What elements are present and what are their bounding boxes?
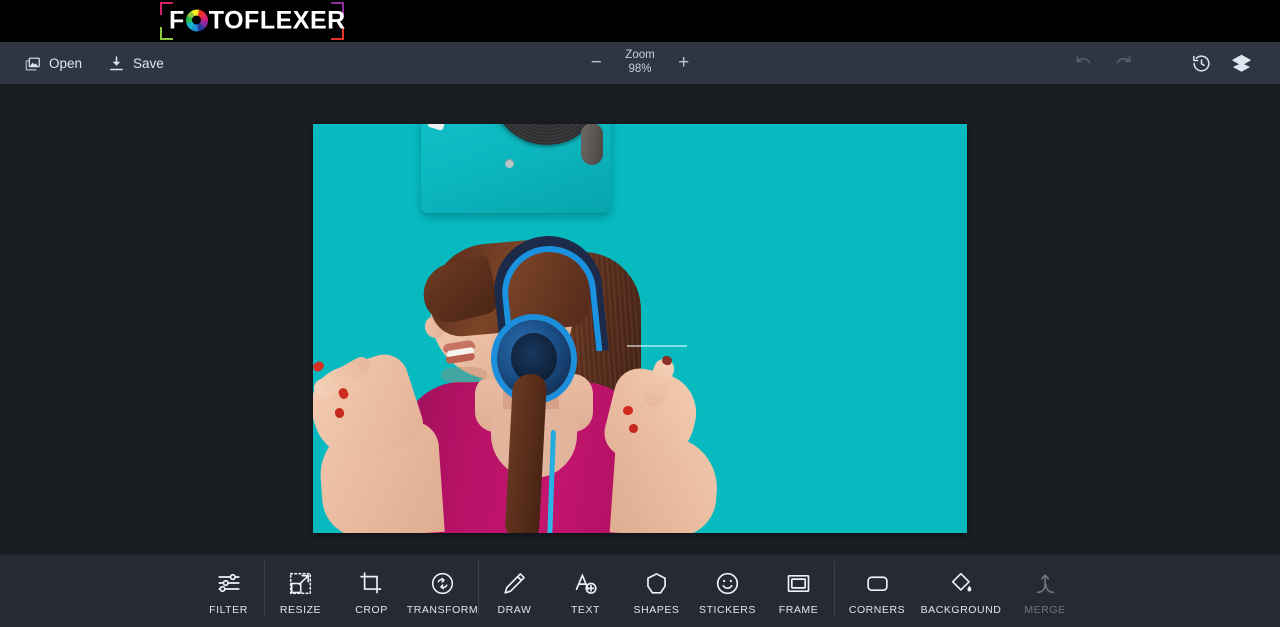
- undo-button[interactable]: [1066, 46, 1100, 80]
- image-artifact-line: [627, 345, 687, 347]
- plus-icon: +: [678, 52, 690, 73]
- open-button[interactable]: Open: [24, 42, 82, 84]
- tool-draw[interactable]: DRAW: [479, 555, 550, 616]
- tool-merge[interactable]: MERGE: [1003, 555, 1087, 616]
- tool-stickers[interactable]: STICKERS: [692, 555, 763, 616]
- chin-shadow: [441, 367, 487, 383]
- logo-text-pre: F: [169, 6, 185, 35]
- tool-merge-label: MERGE: [1024, 604, 1066, 616]
- polygon-icon: [644, 568, 669, 598]
- tool-strip: FILTER RESIZE CROP TRANSFORM DRAW TEXT S…: [0, 555, 1280, 627]
- tool-corners[interactable]: CORNERS: [835, 555, 919, 616]
- tool-transform-label: TRANSFORM: [406, 604, 479, 616]
- bottom-toolbar: FILTER RESIZE CROP TRANSFORM DRAW TEXT S…: [0, 554, 1280, 627]
- canvas-area[interactable]: [0, 84, 1280, 554]
- tool-group-creative: DRAW TEXT SHAPES STICKERS FRAME: [479, 555, 834, 616]
- tool-group-filter: FILTER: [193, 555, 264, 616]
- tool-resize-label: RESIZE: [279, 604, 322, 616]
- logo-brackets: F TOFLEXER: [160, 2, 346, 40]
- smiley-icon: [715, 568, 740, 598]
- aperture-icon: [185, 9, 208, 31]
- tool-group-surface: CORNERS BACKGROUND MERGE: [835, 555, 1087, 616]
- toolbar-right-group: [1066, 46, 1258, 80]
- zoom-out-button[interactable]: −: [581, 48, 611, 78]
- logo-text-post: TOFLEXER: [208, 6, 346, 35]
- merge-arrows-icon: [1033, 568, 1058, 598]
- tool-frame-label: FRAME: [778, 604, 819, 616]
- tool-filter-label: FILTER: [209, 604, 248, 616]
- tool-shapes[interactable]: SHAPES: [621, 555, 692, 616]
- brand-logo[interactable]: F TOFLEXER: [160, 2, 346, 40]
- rounded-rect-icon: [865, 568, 890, 598]
- tool-corners-label: CORNERS: [848, 604, 906, 616]
- history-button[interactable]: [1184, 46, 1218, 80]
- tool-transform[interactable]: TRANSFORM: [407, 555, 478, 616]
- zoom-value: 98%: [628, 63, 652, 75]
- tool-shapes-label: SHAPES: [633, 604, 680, 616]
- tool-filter[interactable]: FILTER: [193, 555, 264, 616]
- tool-resize[interactable]: RESIZE: [265, 555, 336, 616]
- tool-frame[interactable]: FRAME: [763, 555, 834, 616]
- frame-icon: [786, 568, 811, 598]
- zoom-readout[interactable]: Zoom 98%: [625, 49, 654, 76]
- edited-image-canvas[interactable]: [313, 124, 967, 533]
- tool-stickers-label: STICKERS: [699, 604, 756, 616]
- open-button-label: Open: [49, 55, 83, 71]
- paint-bucket-icon: [949, 568, 974, 598]
- tool-crop[interactable]: CROP: [336, 555, 407, 616]
- top-toolbar: Open Save − Zoom 98% +: [0, 42, 1280, 84]
- tool-group-geometry: RESIZE CROP TRANSFORM: [265, 555, 478, 616]
- redo-button[interactable]: [1106, 46, 1140, 80]
- layers-button[interactable]: [1224, 46, 1258, 80]
- crop-icon: [359, 568, 384, 598]
- text-add-icon: [573, 568, 598, 598]
- save-button-label: Save: [133, 55, 164, 71]
- zoom-label: Zoom: [625, 49, 655, 62]
- sliders-icon: [216, 568, 242, 598]
- resize-icon: [288, 568, 313, 598]
- minus-icon: −: [590, 52, 602, 73]
- fotoflexer-app: F TOFLEXER Open Save − Zoom 98% + FILTER…: [0, 0, 1280, 627]
- app-header: F TOFLEXER: [0, 0, 1280, 42]
- pencil-icon: [502, 568, 527, 598]
- tool-background[interactable]: BACKGROUND: [919, 555, 1003, 616]
- tool-draw-label: DRAW: [497, 604, 532, 616]
- tool-text[interactable]: TEXT: [550, 555, 621, 616]
- logo-wordmark: F TOFLEXER: [169, 7, 346, 36]
- save-button[interactable]: Save: [108, 42, 164, 84]
- toolbar-left-group: Open Save: [24, 42, 164, 84]
- left-nail-1: [313, 359, 326, 374]
- woman-photo-subject: [313, 124, 967, 533]
- image-stack-icon: [24, 55, 41, 72]
- tool-text-label: TEXT: [570, 604, 601, 616]
- tool-crop-label: CROP: [355, 604, 388, 616]
- zoom-in-button[interactable]: +: [669, 48, 699, 78]
- download-icon: [108, 55, 125, 72]
- tool-background-label: BACKGROUND: [920, 604, 1002, 616]
- transform-icon: [430, 568, 455, 598]
